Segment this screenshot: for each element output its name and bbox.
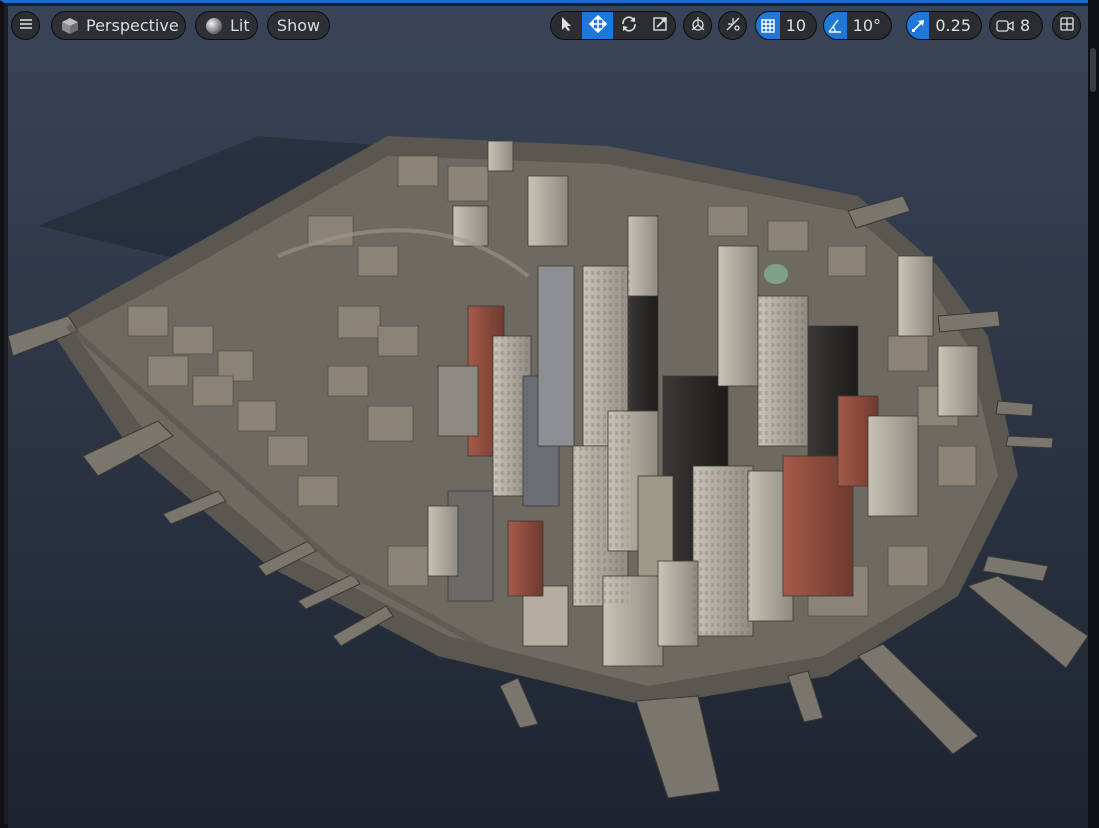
- layout-icon: [1059, 16, 1075, 36]
- camera-icon: [990, 12, 1020, 39]
- scale-snap-value: 0.25: [935, 16, 971, 35]
- rotate-icon: [620, 15, 638, 37]
- world-axes-icon: [689, 15, 707, 37]
- viewport-frame: [0, 0, 1099, 828]
- scrollbar-thumb[interactable]: [1090, 48, 1096, 92]
- scale-arrow-icon: [907, 12, 930, 39]
- move-arrows-icon: [588, 14, 607, 37]
- scale-mode-button[interactable]: [644, 12, 675, 39]
- rotation-snap-value: 10°: [852, 16, 881, 35]
- sphere-icon: [196, 16, 224, 36]
- show-label: Show: [276, 16, 321, 35]
- viewport-layout-button[interactable]: [1052, 11, 1081, 40]
- city-scene-render: [8, 6, 1092, 828]
- show-button[interactable]: Show: [267, 11, 330, 40]
- camera-speed-value: 8: [1020, 16, 1031, 35]
- grid-icon: [756, 12, 780, 39]
- translate-mode-button[interactable]: [582, 12, 613, 39]
- cube-icon: [52, 16, 80, 36]
- viewport-toolbar: Perspective Lit Show 10 10° 0.25 8: [0, 0, 1099, 50]
- scale-icon: [652, 16, 668, 36]
- viewport-scrollbar[interactable]: [1088, 0, 1099, 828]
- lit-button[interactable]: Lit: [195, 11, 258, 40]
- transform-mode-group: [550, 11, 676, 40]
- hamburger-icon: [18, 16, 34, 35]
- cursor-icon: [560, 16, 574, 36]
- camera-speed-control[interactable]: 8: [989, 11, 1043, 40]
- surface-snap-button[interactable]: [718, 11, 747, 40]
- angle-icon: [824, 12, 847, 39]
- grid-snap-value: 10: [785, 16, 806, 35]
- rotation-snap-control[interactable]: 10°: [823, 11, 892, 40]
- scale-snap-control[interactable]: 0.25: [906, 11, 982, 40]
- grid-snap-control[interactable]: 10: [755, 11, 817, 40]
- surface-snap-icon: [724, 15, 742, 37]
- viewport-menu-button[interactable]: [11, 11, 40, 40]
- rotate-mode-button[interactable]: [613, 12, 644, 39]
- world-local-toggle-button[interactable]: [683, 11, 712, 40]
- select-mode-button[interactable]: [551, 12, 582, 39]
- level-viewport[interactable]: [8, 6, 1092, 828]
- perspective-label: Perspective: [86, 16, 179, 35]
- lit-label: Lit: [230, 16, 250, 35]
- perspective-button[interactable]: Perspective: [51, 11, 186, 40]
